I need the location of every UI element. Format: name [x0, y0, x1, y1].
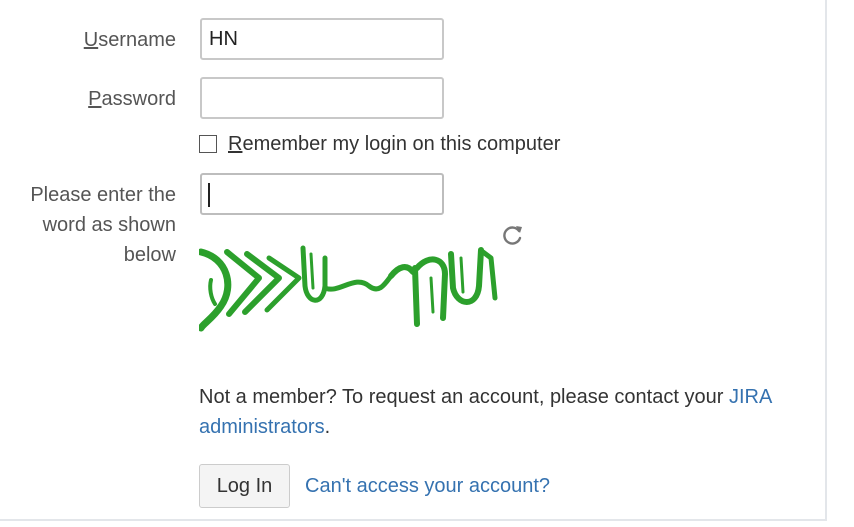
jira-admin-link-part1[interactable]: JIRA — [729, 386, 772, 408]
forgot-account-link[interactable]: Can't access your account? — [305, 472, 550, 500]
remember-label[interactable]: Remember my login on this computer — [228, 133, 560, 156]
captcha-input[interactable] — [200, 173, 444, 215]
request-account-suffix: . — [324, 416, 331, 438]
username-input[interactable] — [200, 18, 444, 60]
remember-label-rest: emember my login on this computer — [242, 132, 561, 155]
jira-admin-link-part2[interactable]: administrators — [199, 416, 325, 438]
request-account-message: Not a member? To request an account, ple… — [199, 386, 729, 408]
username-label-mnemonic: U — [83, 29, 99, 51]
password-label-mnemonic: P — [88, 88, 102, 110]
username-label: Username — [84, 25, 176, 55]
panel-border-right — [825, 0, 827, 520]
text-caret — [208, 183, 210, 207]
panel-border-bottom — [0, 519, 827, 521]
remember-checkbox[interactable] — [199, 135, 217, 153]
captcha-label-line1: Please enter the — [30, 184, 176, 206]
captcha-label-line2: word as shown — [42, 214, 176, 236]
captcha-label-line3: below — [123, 244, 176, 266]
refresh-icon[interactable] — [499, 223, 525, 249]
request-account-text: Not a member? To request an account, ple… — [199, 382, 819, 442]
username-label-rest: sername — [98, 29, 176, 51]
password-input[interactable] — [200, 77, 444, 119]
password-label-rest: assword — [101, 88, 176, 110]
login-button[interactable]: Log In — [199, 464, 290, 508]
captcha-image — [199, 245, 498, 332]
password-label: Password — [88, 84, 176, 114]
remember-label-mnemonic: R — [228, 132, 243, 155]
remember-row: Remember my login on this computer — [199, 130, 560, 158]
captcha-label: Please enter the word as shown below — [6, 180, 176, 270]
